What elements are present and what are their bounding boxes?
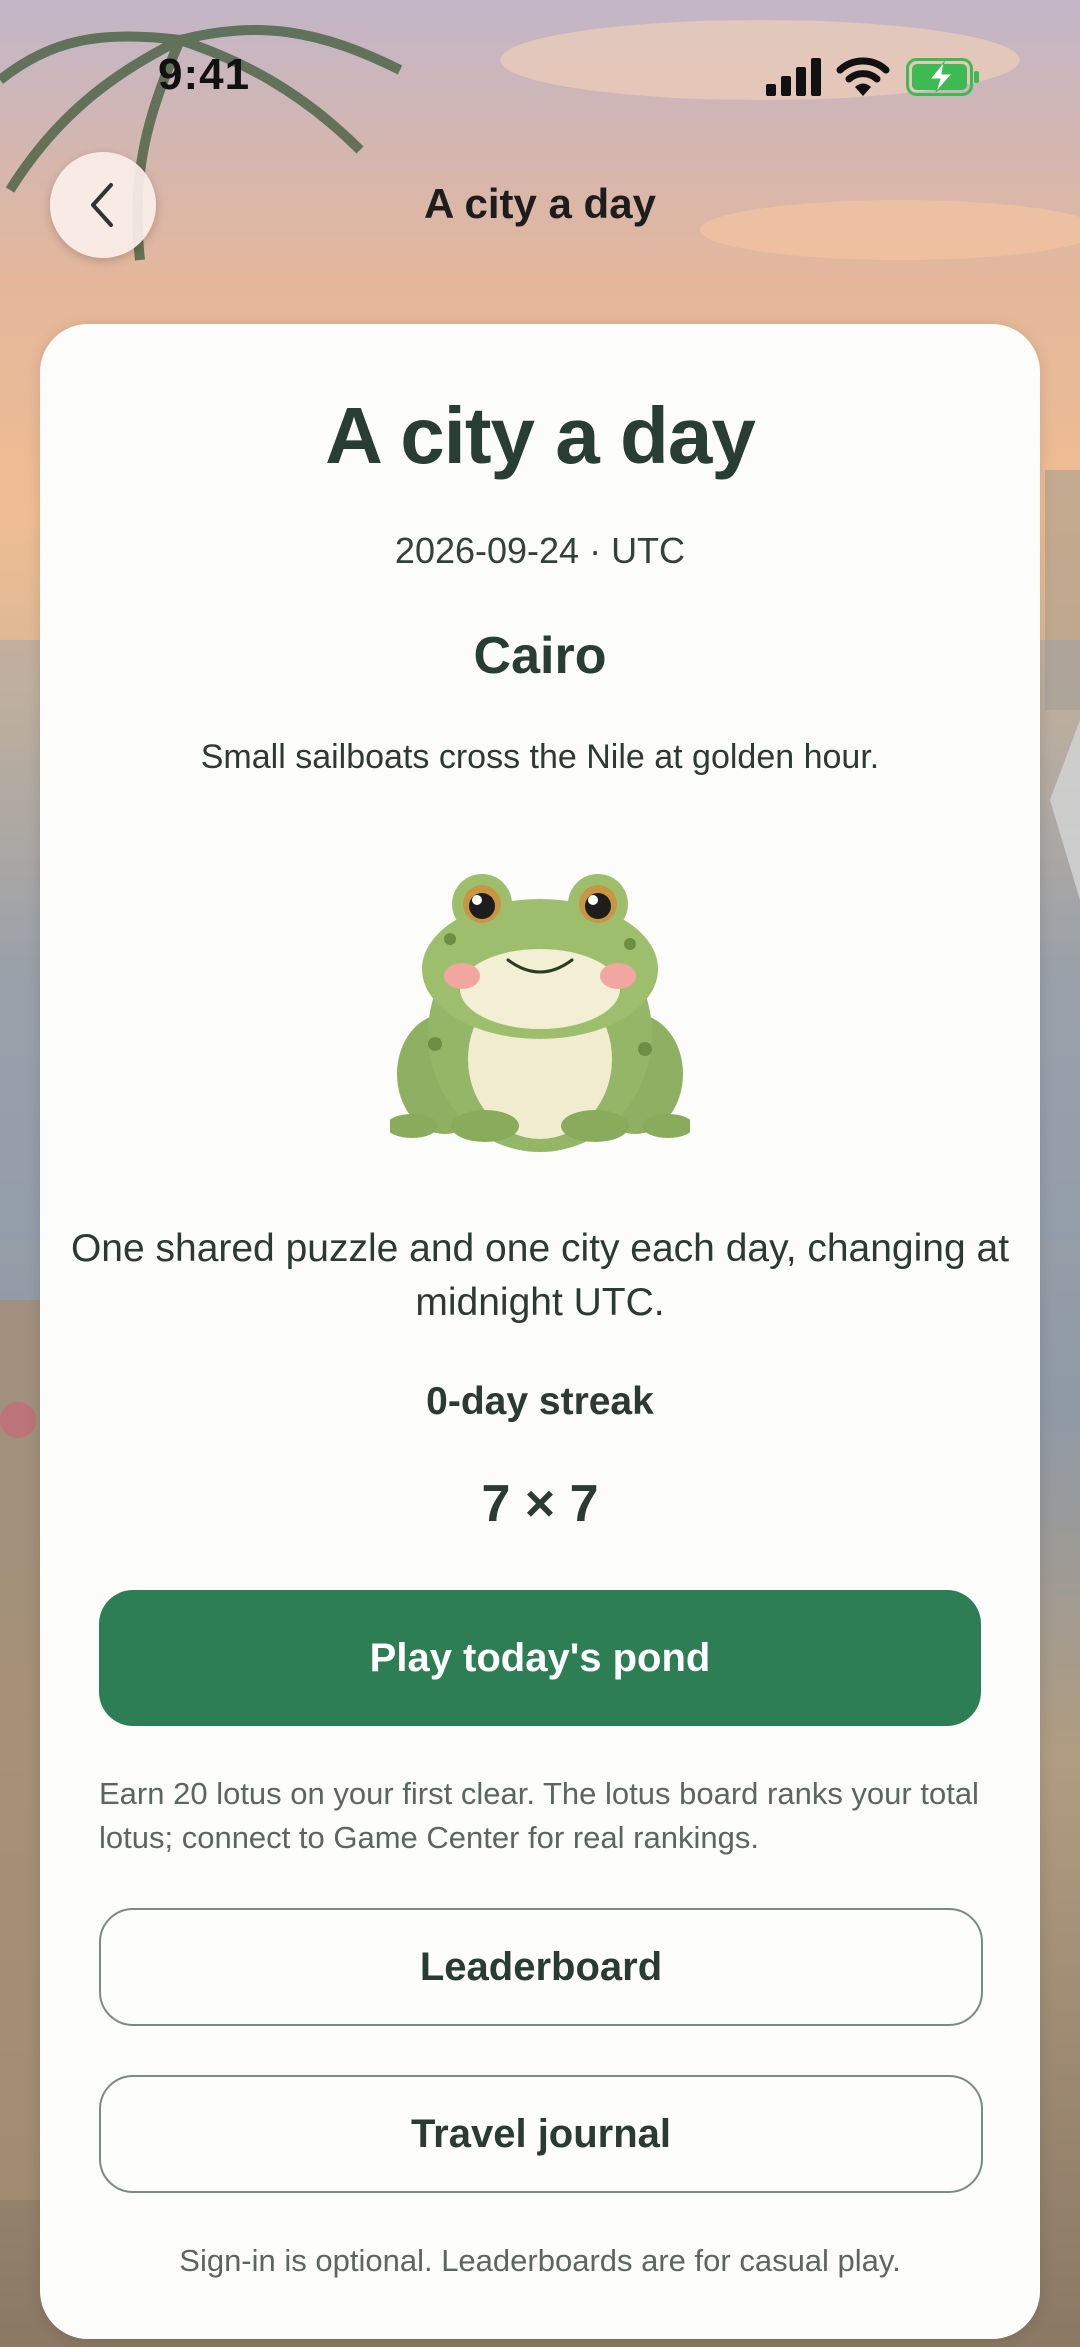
daily-city-card: A city a day 2026-09-24 · UTC Cairo Smal… — [40, 324, 1040, 2339]
frog-mascot — [390, 874, 690, 1152]
date-label: 2026-09-24 · UTC — [394, 530, 686, 571]
wifi-icon — [836, 57, 890, 96]
play-button[interactable]: Play today's pond — [99, 1590, 981, 1726]
game-description: One shared puzzle and one city each day,… — [70, 1227, 1010, 1324]
puzzle-size: 7 × 7 — [481, 1475, 599, 1533]
battery-charging-icon — [906, 58, 979, 96]
card-title: A city a day — [325, 391, 756, 480]
travel-journal-button[interactable]: Travel journal — [99, 2075, 983, 2193]
footer-note: Sign-in is optional. Leaderboards are fo… — [179, 2243, 901, 2278]
streak-count: 0-day streak — [426, 1380, 654, 1423]
nav-title: A city a day — [424, 180, 656, 227]
city-name: Cairo — [473, 627, 607, 685]
status-bar: 9:41 — [0, 0, 1080, 150]
reward-note: Earn 20 lotus on your first clear. The l… — [99, 1776, 979, 1855]
leaderboard-button[interactable]: Leaderboard — [99, 1908, 983, 2026]
cellular-signal-icon — [766, 58, 821, 96]
status-time: 9:41 — [158, 50, 251, 99]
city-caption: Small sailboats cross the Nile at golden… — [200, 738, 880, 776]
